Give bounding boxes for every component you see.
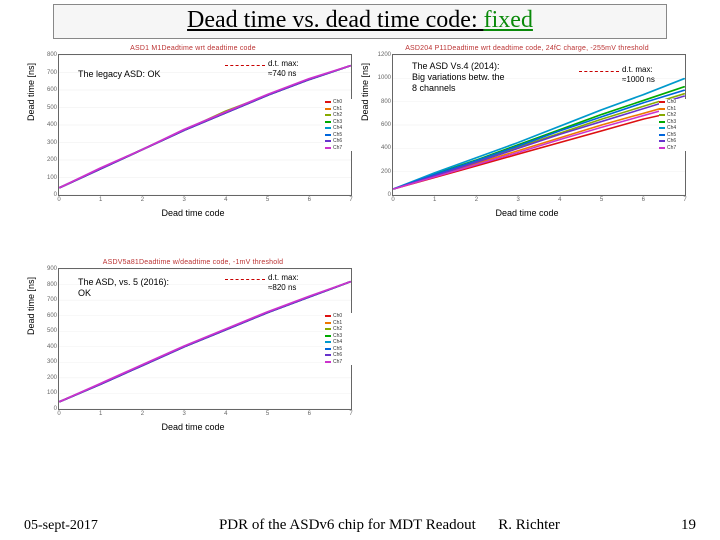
annotation-dt: d.t. max: ≈740 ns — [268, 59, 299, 78]
title-text: Dead time vs. dead time code: — [187, 7, 484, 33]
annotation-main: The ASD, vs. 5 (2016): OK — [78, 277, 169, 299]
x-ticks: 01234567 — [59, 411, 351, 421]
plot-title: ASD1 M1Deadtime wrt deadtime code — [30, 45, 356, 52]
y-axis-label: Dead time [ns] — [360, 63, 370, 121]
y-ticks: 0100200300400500600700800 — [43, 55, 57, 195]
page-number: 19 — [681, 517, 696, 534]
y-ticks: 020040060080010001200 — [377, 55, 391, 195]
legend: Ch0Ch1Ch2Ch3Ch4Ch5Ch6Ch7 — [325, 99, 353, 151]
x-axis-label: Dead time code — [364, 208, 690, 218]
annotation-main: The legacy ASD: OK — [78, 69, 161, 80]
annotation-arrow — [225, 65, 265, 66]
footer-author: R. Richter — [498, 517, 560, 533]
footer-title: PDR of the ASDv6 chip for MDT Readout — [219, 517, 476, 533]
chart-asd-v4: ASD204 P11Deadtime wrt deadtime code, 24… — [364, 45, 690, 255]
legend: Ch0Ch1Ch2Ch3Ch4Ch5Ch6Ch7 — [659, 99, 687, 151]
annotation-main: The ASD Vs.4 (2014): Big variations betw… — [412, 61, 505, 93]
y-axis-label: Dead time [ns] — [26, 277, 36, 335]
chart-legacy-asd: ASD1 M1Deadtime wrt deadtime code Dead t… — [30, 45, 356, 255]
slide-title: Dead time vs. dead time code: fixed — [53, 4, 667, 39]
empty-cell — [364, 259, 690, 469]
annotation-arrow — [579, 71, 619, 72]
x-ticks: 01234567 — [59, 197, 351, 207]
y-ticks: 0100200300400500600700800900 — [43, 269, 57, 409]
x-ticks: 01234567 — [393, 197, 685, 207]
x-axis-label: Dead time code — [30, 422, 356, 432]
legend: Ch0Ch1Ch2Ch3Ch4Ch5Ch6Ch7 — [325, 313, 353, 365]
chart-asd-v5: ASDV5a81Deadtime w/deadtime code, -1mV t… — [30, 259, 356, 469]
annotation-dt: d.t. max: ≈820 ns — [268, 273, 299, 292]
plot-title: ASDV5a81Deadtime w/deadtime code, -1mV t… — [30, 259, 356, 266]
charts-grid: ASD1 M1Deadtime wrt deadtime code Dead t… — [0, 39, 720, 469]
title-fixed: fixed — [484, 7, 533, 33]
footer-date: 05-sept-2017 — [24, 518, 98, 534]
x-axis-label: Dead time code — [30, 208, 356, 218]
annotation-arrow — [225, 279, 265, 280]
footer: 05-sept-2017 PDR of the ASDv6 chip for M… — [0, 517, 720, 534]
plot-title: ASD204 P11Deadtime wrt deadtime code, 24… — [364, 45, 690, 52]
y-axis-label: Dead time [ns] — [26, 63, 36, 121]
annotation-dt: d.t. max: ≈1000 ns — [622, 65, 655, 84]
